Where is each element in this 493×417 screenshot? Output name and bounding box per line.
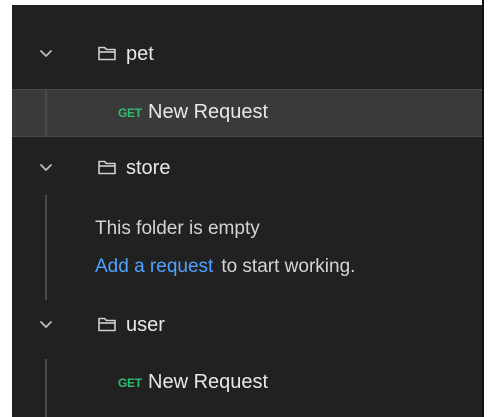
chevron-down-icon[interactable] (39, 319, 53, 331)
chevron-down-icon[interactable] (39, 48, 53, 60)
folder-row-pet[interactable]: pet (12, 31, 482, 79)
empty-folder-message: This folder is empty (95, 218, 260, 239)
folder-row-store[interactable]: store (12, 145, 482, 193)
screenshot-frame: pet GET New Request store This folder is… (0, 0, 484, 417)
folder-row-user[interactable]: user (12, 302, 482, 350)
tree-guide-line (45, 89, 47, 137)
tree-guide-line (45, 359, 47, 417)
empty-folder-cta: Add a request to start working. (95, 255, 355, 279)
request-row-pet-new-request[interactable]: GET New Request (12, 89, 482, 137)
add-request-link[interactable]: Add a request (95, 256, 213, 277)
panel-border (482, 0, 484, 417)
collection-tree-panel: pet GET New Request store This folder is… (12, 5, 482, 417)
request-label: New Request (148, 371, 269, 393)
get-method-badge: GET (118, 106, 142, 120)
folder-label-store: store (126, 157, 171, 179)
folder-icon (98, 160, 116, 175)
request-row-user-new-request[interactable]: GET New Request (12, 359, 482, 417)
folder-label-user: user (126, 314, 165, 336)
folder-icon (98, 46, 116, 61)
request-label: New Request (148, 101, 269, 123)
folder-icon (98, 317, 116, 332)
tree-guide-line (45, 195, 47, 300)
get-method-badge: GET (118, 376, 142, 390)
empty-folder-suffix: to start working. (221, 256, 356, 277)
chevron-down-icon[interactable] (39, 162, 53, 174)
folder-label-pet: pet (126, 43, 154, 65)
